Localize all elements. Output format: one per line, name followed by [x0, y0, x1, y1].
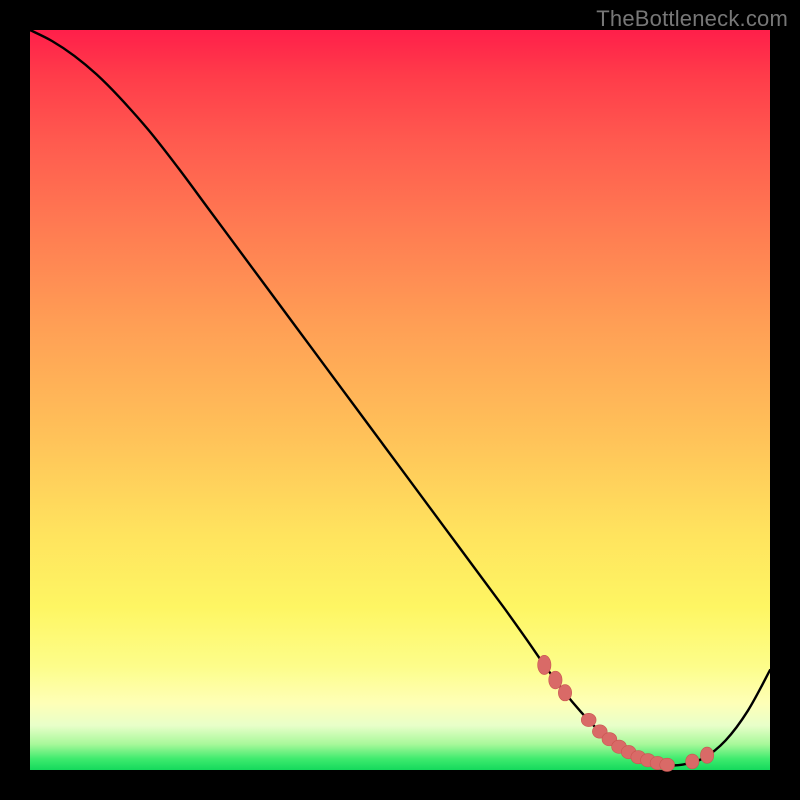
curve-marker [581, 713, 596, 726]
curve-marker [686, 754, 699, 769]
curve-marker [558, 685, 571, 701]
curve-marker [700, 747, 713, 763]
curve-marker [660, 758, 675, 771]
bottleneck-curve [30, 30, 770, 765]
plot-area [30, 30, 770, 770]
chart-svg [30, 30, 770, 770]
curve-marker [549, 671, 562, 689]
chart-markers [538, 655, 714, 771]
chart-frame: TheBottleneck.com [0, 0, 800, 800]
curve-marker [538, 655, 551, 674]
watermark-text: TheBottleneck.com [596, 6, 788, 32]
